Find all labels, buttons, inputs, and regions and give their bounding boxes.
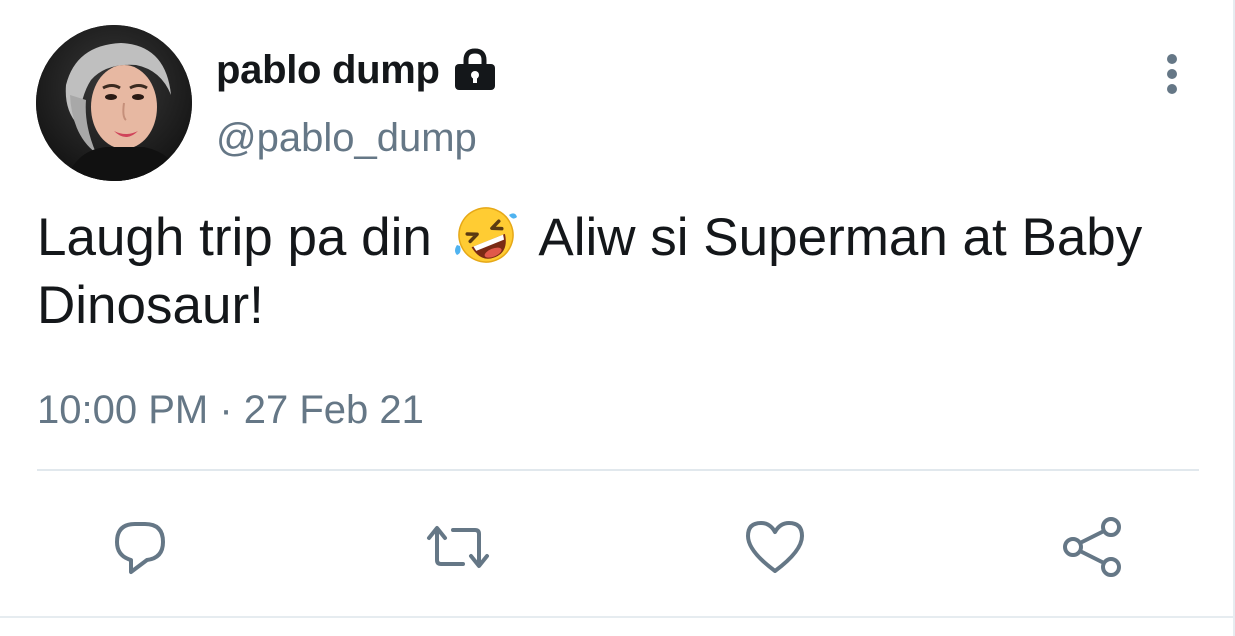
- author-name-row: pablo dump: [216, 44, 498, 96]
- reply-button[interactable]: [105, 512, 175, 582]
- profile-photo: [36, 25, 192, 181]
- display-name[interactable]: pablo dump: [216, 48, 440, 93]
- author-handle[interactable]: @pablo_dump: [216, 116, 477, 161]
- share-button[interactable]: [1058, 512, 1128, 582]
- tweet-text-part-1: Laugh trip pa din: [37, 208, 447, 267]
- tweet-card: pablo dump @pablo_dump Laugh trip pa din: [0, 0, 1235, 636]
- like-button[interactable]: [740, 512, 810, 582]
- more-options-button[interactable]: [1150, 52, 1194, 96]
- avatar[interactable]: [36, 25, 192, 181]
- retweet-icon: [427, 526, 489, 568]
- lock-icon: [452, 48, 498, 92]
- rolling-on-the-floor-laughing-emoji-icon: [453, 205, 519, 265]
- tweet-text: Laugh trip pa din Aliw si Superman at Ba…: [37, 204, 1207, 340]
- more-vertical-icon: [1167, 54, 1177, 94]
- divider: [37, 469, 1199, 471]
- share-icon: [1063, 517, 1121, 577]
- reply-icon: [115, 522, 165, 574]
- tweet-timestamp[interactable]: 10:00 PM · 27 Feb 21: [37, 388, 424, 433]
- retweet-button[interactable]: [423, 512, 493, 582]
- bottom-border: [0, 616, 1235, 618]
- heart-icon: [746, 521, 804, 573]
